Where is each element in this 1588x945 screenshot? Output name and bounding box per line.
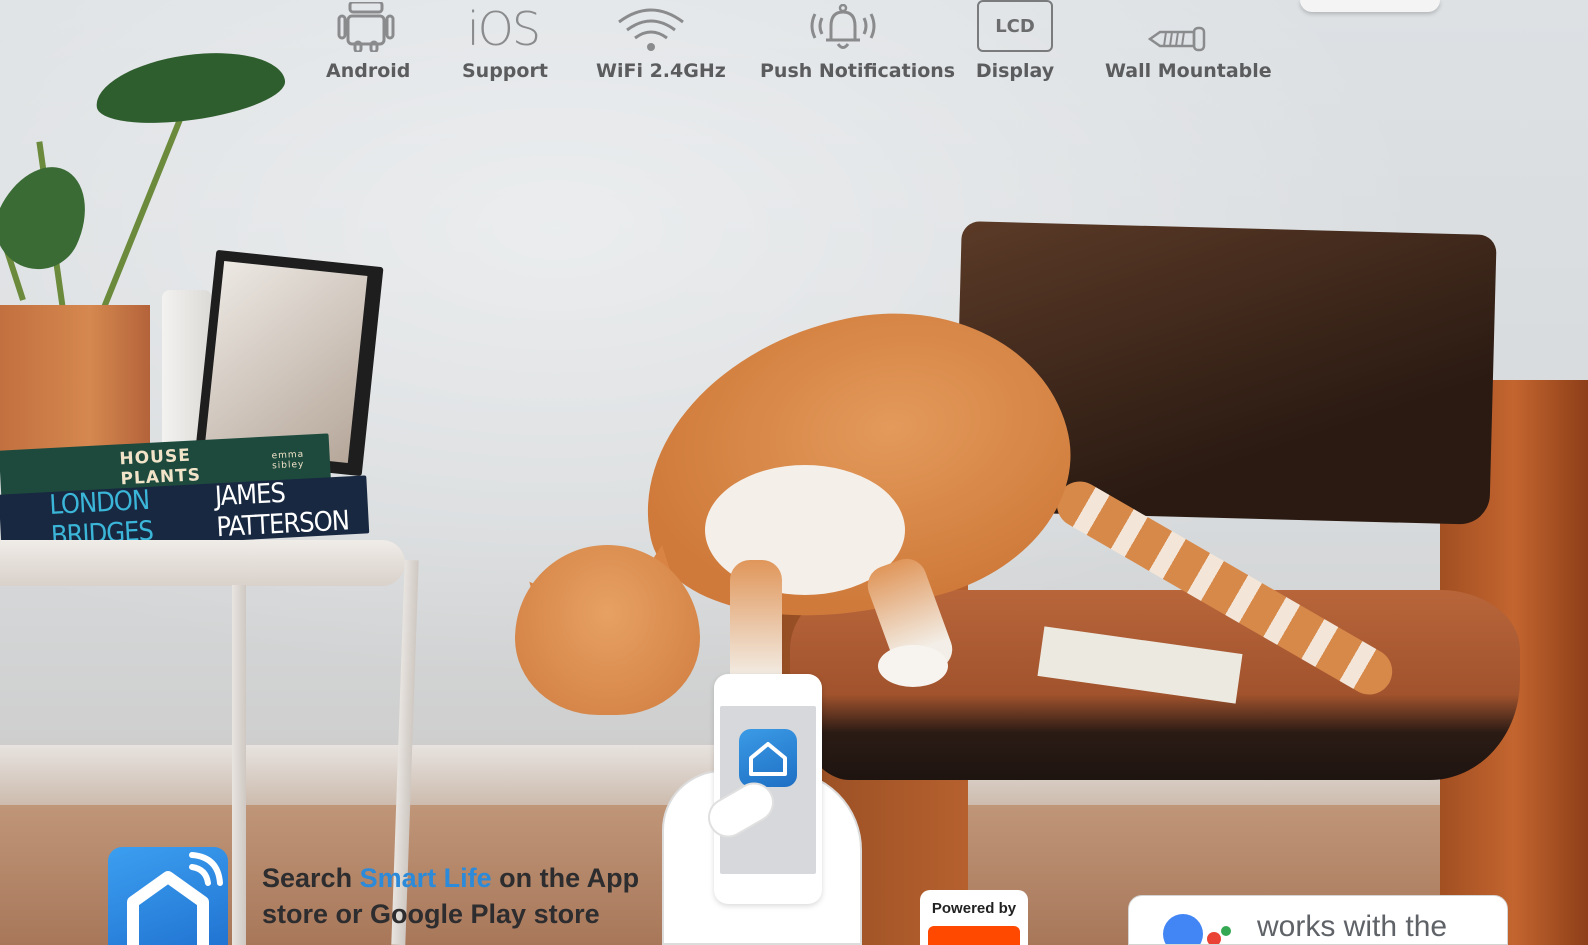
feature-label: Push Notifications bbox=[760, 60, 956, 82]
cat-paw bbox=[878, 645, 948, 687]
home-wifi-icon bbox=[127, 852, 223, 945]
feature-label: WiFi 2.4GHz bbox=[596, 60, 726, 82]
powered-by-label: Powered by bbox=[931, 900, 1017, 917]
feature-android: Android bbox=[326, 0, 411, 82]
works-with-assistant-badge: works with the bbox=[1128, 895, 1508, 945]
smart-life-app-icon[interactable] bbox=[739, 729, 797, 787]
ios-icon-text: iOS bbox=[466, 2, 541, 56]
assistant-dot-icon bbox=[1207, 932, 1221, 944]
feature-label: Android bbox=[326, 60, 411, 82]
feature-lcd: LCD Display bbox=[975, 0, 1055, 82]
wifi-icon bbox=[596, 0, 706, 52]
feature-ios: iOS Support bbox=[462, 0, 548, 82]
feature-notifications: Push Notifications bbox=[760, 0, 956, 82]
feature-label: Support bbox=[462, 60, 548, 82]
picture-frame-photo bbox=[204, 260, 368, 464]
plant-pot bbox=[0, 305, 150, 465]
screw-icon bbox=[1105, 0, 1250, 52]
assistant-logo-icon bbox=[1163, 914, 1203, 944]
lcd-icon-text: LCD bbox=[995, 15, 1035, 37]
feature-label: Display bbox=[975, 60, 1055, 82]
assistant-dot-icon bbox=[1221, 926, 1231, 936]
smart-life-logo bbox=[108, 847, 228, 945]
bell-icon bbox=[760, 0, 925, 52]
app-search-instruction: Search Smart Life on the App store or Go… bbox=[262, 860, 682, 932]
side-table-top bbox=[0, 540, 405, 586]
android-icon bbox=[326, 0, 406, 52]
home-icon bbox=[749, 742, 787, 776]
brand-logo bbox=[928, 926, 1020, 945]
book-author: emma sibley bbox=[271, 449, 305, 472]
feature-wifi: WiFi 2.4GHz bbox=[596, 0, 726, 82]
feature-label: Wall Mountable bbox=[1105, 60, 1272, 82]
app-name-highlight: Smart Life bbox=[359, 863, 492, 893]
powered-by-badge: Powered by bbox=[920, 890, 1028, 945]
ios-icon: iOS bbox=[462, 0, 544, 52]
feature-wall-mount: Wall Mountable bbox=[1105, 0, 1272, 82]
assistant-label: works with the bbox=[1257, 910, 1448, 943]
product-device-edge bbox=[1300, 0, 1440, 12]
lcd-icon: LCD bbox=[975, 0, 1055, 52]
table-leg bbox=[232, 585, 246, 945]
search-prefix: Search bbox=[262, 863, 360, 893]
book-author: JAMES PATTERSON bbox=[214, 477, 350, 544]
